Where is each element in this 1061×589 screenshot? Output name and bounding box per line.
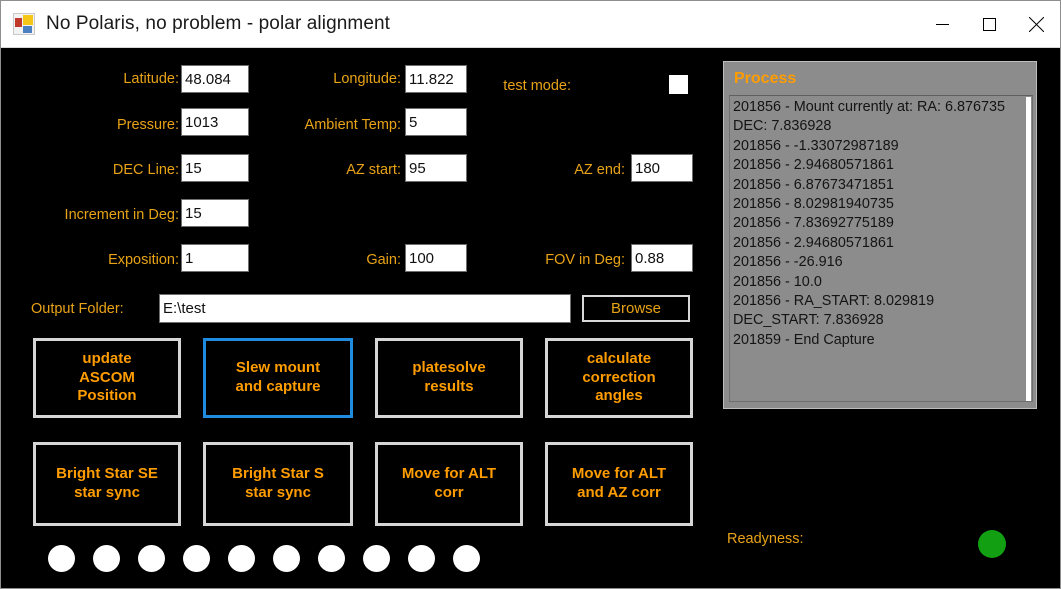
label-latitude: Latitude:	[123, 71, 179, 87]
process-log-line: 201856 - -26.916	[733, 254, 843, 271]
input-az-end[interactable]: 180	[631, 154, 693, 182]
status-dot-8	[363, 545, 390, 572]
process-log-line: 201856 - Mount currently at: RA: 6.87673…	[733, 99, 1005, 115]
process-log-line: 201856 - RA_START: 8.029819	[733, 293, 935, 310]
close-icon[interactable]	[1013, 1, 1060, 47]
readyness-indicator	[978, 530, 1006, 558]
process-panel-title: Process	[734, 70, 797, 87]
app-grid-icon	[13, 13, 35, 35]
input-fov-deg[interactable]: 0.88	[631, 244, 693, 272]
platesolve-results-button[interactable]: platesolve results	[375, 338, 523, 418]
window-title: No Polaris, no problem - polar alignment	[46, 13, 391, 34]
update-ascom-position-button[interactable]: update ASCOM Position	[33, 338, 181, 418]
status-dot-2	[93, 545, 120, 572]
status-dot-1	[48, 545, 75, 572]
maximize-icon[interactable]	[966, 1, 1013, 47]
status-dot-9	[408, 545, 435, 572]
status-dot-10	[453, 545, 480, 572]
process-log-line: 201856 - 7.83692775189	[733, 215, 894, 232]
process-log-line: 201856 - 2.94680571861	[733, 234, 894, 251]
label-longitude: Longitude:	[333, 71, 401, 87]
input-latitude[interactable]: 48.084	[181, 65, 249, 93]
process-log-line: 201856 - 2.94680571861	[733, 157, 894, 174]
label-dec-line: DEC Line:	[112, 162, 179, 178]
status-dot-4	[183, 545, 210, 572]
browse-button[interactable]: Browse	[582, 295, 690, 322]
title-bar: No Polaris, no problem - polar alignment	[1, 1, 1060, 48]
process-log-line: 201856 - 10.0	[733, 273, 822, 290]
label-az-end: AZ end:	[574, 162, 625, 178]
process-log-line: 201856 - 6.87673471851	[733, 176, 894, 193]
status-dot-7	[318, 545, 345, 572]
process-log-line: DEC_START: 7.836928	[733, 312, 884, 329]
checkbox-test-mode[interactable]	[669, 75, 688, 94]
slew-mount-and-capture-button[interactable]: Slew mount and capture	[203, 338, 353, 418]
label-ambient-temp: Ambient Temp:	[304, 117, 401, 133]
process-panel: Process 201856 - Mount currently at: RA:…	[723, 61, 1037, 409]
input-increment-deg[interactable]: 15	[181, 199, 249, 227]
label-increment-deg: Increment in Deg:	[64, 207, 179, 223]
label-az-start: AZ start:	[346, 162, 401, 178]
label-readyness: Readyness:	[727, 531, 804, 547]
label-output-folder: Output Folder:	[31, 301, 124, 317]
label-exposition: Exposition:	[108, 252, 179, 268]
move-for-alt-and-az-corr-button[interactable]: Move for ALT and AZ corr	[545, 442, 693, 526]
process-log-textarea[interactable]: 201856 - Mount currently at: RA: 6.87673…	[729, 95, 1033, 402]
label-fov-deg: FOV in Deg:	[545, 252, 625, 268]
process-log-line: 201859 - End Capture	[733, 331, 875, 348]
minimize-icon[interactable]	[919, 1, 966, 47]
input-output-folder[interactable]: E:\test	[159, 294, 571, 323]
process-log-line: 201856 - -1.33072987189	[733, 137, 899, 154]
window-controls	[919, 1, 1060, 47]
process-log-line: DEC: 7.836928	[733, 118, 832, 135]
process-log-line: 201856 - 8.02981940735	[733, 196, 894, 213]
input-gain[interactable]: 100	[405, 244, 467, 272]
process-log-scrollbar[interactable]	[1026, 97, 1031, 401]
application-window: No Polaris, no problem - polar alignment…	[0, 0, 1061, 589]
label-gain: Gain:	[366, 252, 401, 268]
input-exposition[interactable]: 1	[181, 244, 249, 272]
input-ambient-temp[interactable]: 5	[405, 108, 467, 136]
bright-star-s-star-sync-button[interactable]: Bright Star S star sync	[203, 442, 353, 526]
label-test-mode: test mode:	[503, 78, 571, 94]
status-dot-3	[138, 545, 165, 572]
status-dot-5	[228, 545, 255, 572]
status-dot-6	[273, 545, 300, 572]
move-for-alt-corr-button[interactable]: Move for ALT corr	[375, 442, 523, 526]
input-dec-line[interactable]: 15	[181, 154, 249, 182]
input-az-start[interactable]: 95	[405, 154, 467, 182]
label-pressure: Pressure:	[116, 117, 179, 133]
bright-star-se-star-sync-button[interactable]: Bright Star SE star sync	[33, 442, 181, 526]
calculate-correction-angles-button[interactable]: calculate correction angles	[545, 338, 693, 418]
